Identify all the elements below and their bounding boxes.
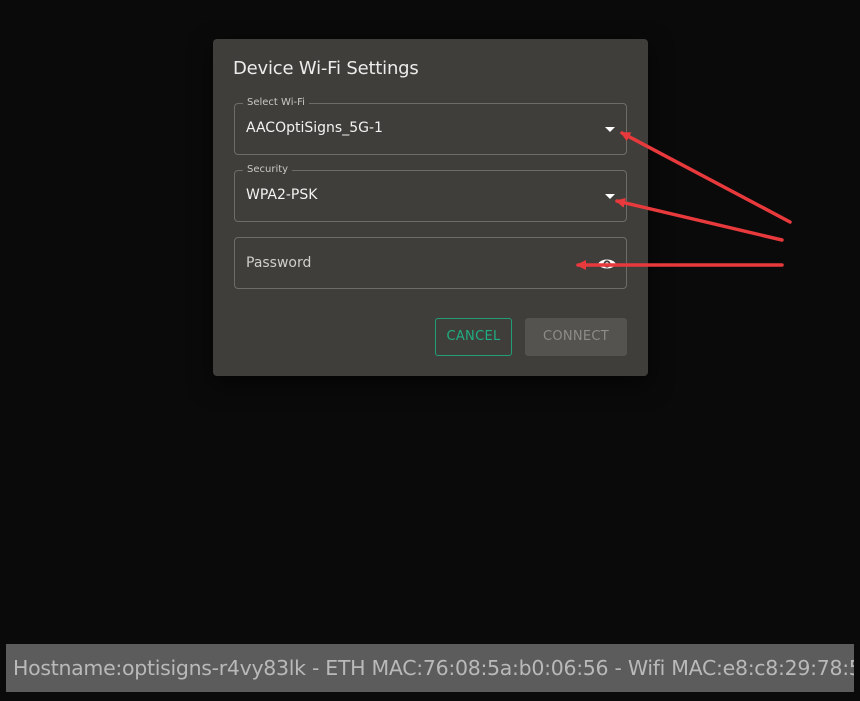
select-wifi-value: AACOptiSigns_5G-1: [246, 120, 383, 136]
chevron-down-icon[interactable]: [605, 194, 615, 199]
dialog-title: Device Wi-Fi Settings: [233, 58, 419, 79]
connect-button[interactable]: CONNECT: [525, 318, 627, 356]
password-placeholder: Password: [246, 255, 312, 271]
select-wifi-label: Select Wi-Fi: [243, 97, 309, 109]
cancel-button[interactable]: CANCEL: [435, 318, 512, 356]
select-wifi-dropdown[interactable]: Select Wi-Fi AACOptiSigns_5G-1: [234, 97, 627, 155]
password-field[interactable]: Password: [234, 237, 627, 289]
security-dropdown[interactable]: Security WPA2-PSK: [234, 164, 627, 222]
eye-icon[interactable]: [597, 254, 617, 274]
security-label: Security: [243, 164, 293, 176]
security-value: WPA2-PSK: [246, 187, 318, 203]
wifi-settings-dialog: Device Wi-Fi Settings Select Wi-Fi AACOp…: [213, 39, 648, 376]
chevron-down-icon[interactable]: [605, 127, 615, 132]
device-info-bar: Hostname:optisigns-r4vy83lk - ETH MAC:76…: [6, 644, 854, 692]
